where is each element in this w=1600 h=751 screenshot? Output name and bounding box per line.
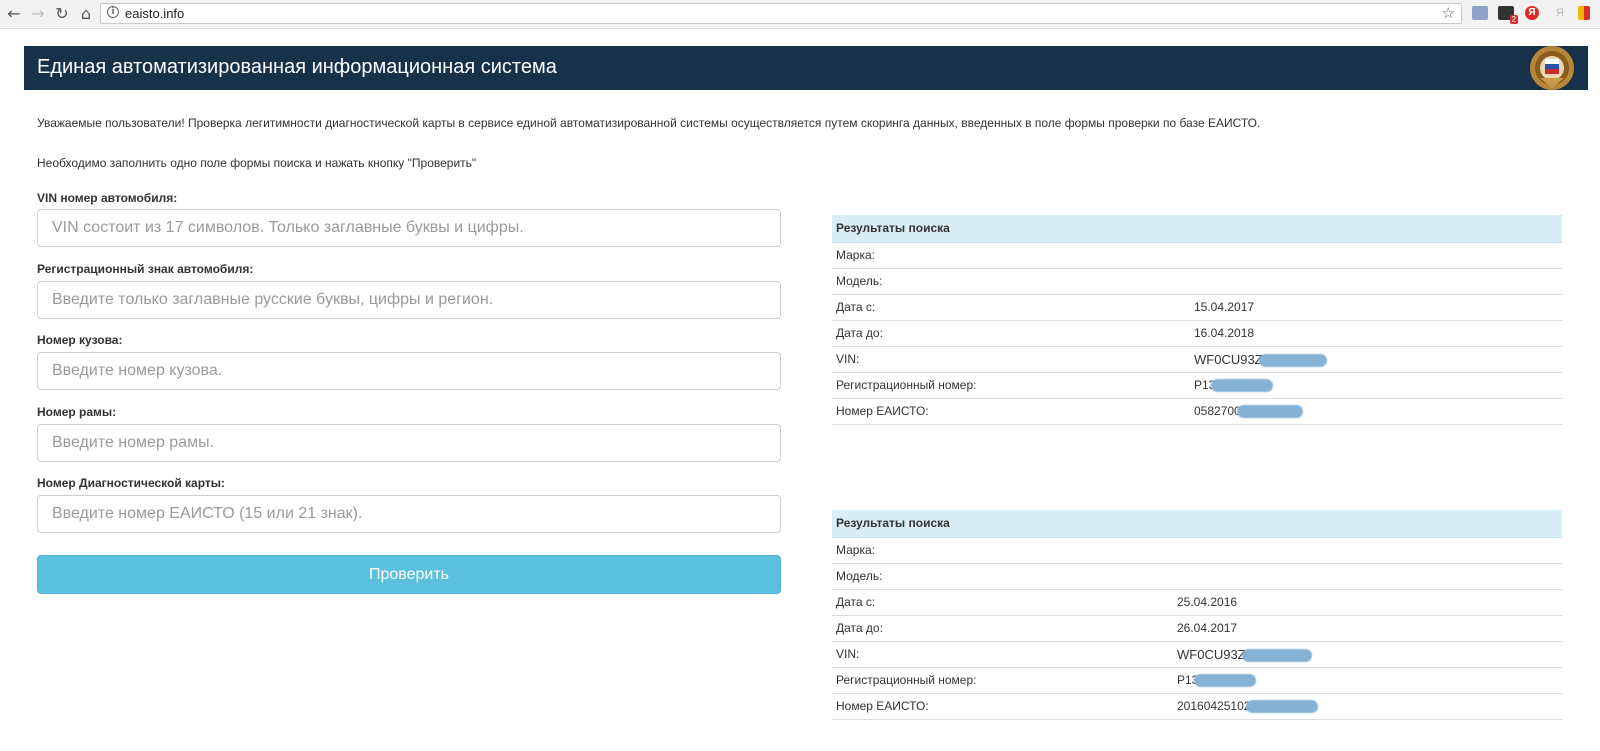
result-key: VIN:	[836, 352, 860, 366]
mail-extension-icon[interactable]	[1472, 6, 1488, 20]
result-key: Модель:	[836, 274, 883, 288]
results-heading: Результаты поиска	[832, 215, 1562, 243]
reload-icon[interactable]: ↻	[52, 3, 72, 25]
result-row: Марка:	[832, 538, 1562, 564]
traffic-police-emblem-icon	[1530, 46, 1574, 90]
result-key: Регистрационный номер:	[836, 378, 977, 392]
result-row: Модель:	[832, 269, 1562, 295]
result-key: Дата до:	[836, 621, 883, 635]
home-icon[interactable]: ⌂	[76, 3, 96, 25]
result-row: Номер ЕАИСТО: 0582700	[832, 399, 1562, 425]
results-heading: Результаты поиска	[832, 510, 1562, 538]
site-header: Единая автоматизированная информационная…	[24, 46, 1588, 90]
diagnostic-card-label: Номер Диагностической карты:	[37, 476, 226, 490]
result-value: 20160425102	[1177, 694, 1319, 719]
result-value: 16.04.2018	[1194, 326, 1255, 340]
reg-plate-input[interactable]	[37, 281, 781, 319]
result-row: Модель:	[832, 564, 1562, 590]
result-value: 25.04.2016	[1177, 595, 1238, 609]
result-value: WF0CU93Z	[1194, 347, 1327, 372]
result-key: Марка:	[836, 248, 875, 262]
redaction-mark	[1236, 405, 1303, 419]
yandex-extension-icon[interactable]: Я	[1525, 6, 1539, 20]
result-row: VIN: WF0CU93Z	[832, 642, 1562, 668]
result-key: Дата с:	[836, 300, 876, 314]
frame-number-input[interactable]	[37, 424, 781, 462]
vin-label: VIN номер автомобиля:	[37, 191, 178, 205]
result-value: 15.04.2017	[1194, 300, 1255, 314]
redaction-mark	[1246, 700, 1319, 714]
notice-text: Уважаемые пользователи! Проверка легитим…	[37, 116, 1261, 130]
site-title: Единая автоматизированная информационная…	[37, 56, 557, 78]
bookmark-extension-icon[interactable]	[1578, 6, 1590, 20]
result-value: Р13	[1194, 373, 1274, 398]
result-value: 26.04.2017	[1177, 621, 1238, 635]
result-row: Дата с: 15.04.2017	[832, 295, 1562, 321]
result-row: VIN: WF0CU93Z	[832, 347, 1562, 373]
body-number-input[interactable]	[37, 352, 781, 390]
address-url[interactable]: eaisto.info	[125, 6, 184, 21]
address-bar[interactable]: i eaisto.info ☆	[100, 3, 1462, 24]
instruction-text: Необходимо заполнить одно поле формы пои…	[37, 156, 477, 170]
extension-badge: 2	[1509, 15, 1518, 24]
body-number-label: Номер кузова:	[37, 333, 123, 347]
result-row: Дата с: 25.04.2016	[832, 590, 1562, 616]
forward-icon[interactable]: →	[28, 3, 48, 25]
frame-number-label: Номер рамы:	[37, 405, 117, 419]
reg-plate-label: Регистрационный знак автомобиля:	[37, 262, 254, 276]
result-key: Модель:	[836, 569, 883, 583]
result-key: Номер ЕАИСТО:	[836, 699, 929, 713]
yandex-browser-icon[interactable]: Я	[1552, 6, 1568, 20]
redaction-mark	[1211, 379, 1274, 393]
diagnostic-card-input[interactable]	[37, 495, 781, 533]
redaction-mark	[1258, 354, 1327, 368]
result-row: Дата до: 26.04.2017	[832, 616, 1562, 642]
bookmark-star-icon[interactable]: ☆	[1442, 4, 1455, 22]
result-key: VIN:	[836, 647, 860, 661]
search-results-table: Результаты поиска Марка: Модель: Дата с: 25.…	[832, 510, 1562, 720]
result-key: Номер ЕАИСТО:	[836, 404, 929, 418]
redaction-mark	[1241, 649, 1312, 663]
result-key: Марка:	[836, 543, 875, 557]
result-value: WF0CU93Z	[1177, 642, 1312, 667]
result-row: Марка:	[832, 243, 1562, 269]
vin-input[interactable]	[37, 209, 781, 247]
result-key: Дата до:	[836, 326, 883, 340]
back-icon[interactable]: ←	[4, 3, 24, 25]
result-value: 0582700	[1194, 399, 1303, 424]
result-row: Номер ЕАИСТО: 20160425102	[832, 694, 1562, 720]
browser-toolbar: ← → ↻ ⌂ i eaisto.info ☆ 2 Я Я	[0, 0, 1600, 29]
result-row: Регистрационный номер: Р13	[832, 373, 1562, 399]
site-info-icon[interactable]: i	[107, 6, 119, 18]
result-row: Дата до: 16.04.2018	[832, 321, 1562, 347]
search-results-table: Результаты поиска Марка: Модель: Дата с: 15.…	[832, 215, 1562, 425]
result-row: Регистрационный номер: Р13	[832, 668, 1562, 694]
result-key: Регистрационный номер:	[836, 673, 977, 687]
check-button[interactable]: Проверить	[37, 555, 781, 594]
calendar-extension-icon[interactable]: 2	[1498, 6, 1518, 24]
result-value: Р13	[1177, 668, 1257, 693]
redaction-mark	[1194, 674, 1257, 688]
result-key: Дата с:	[836, 595, 876, 609]
